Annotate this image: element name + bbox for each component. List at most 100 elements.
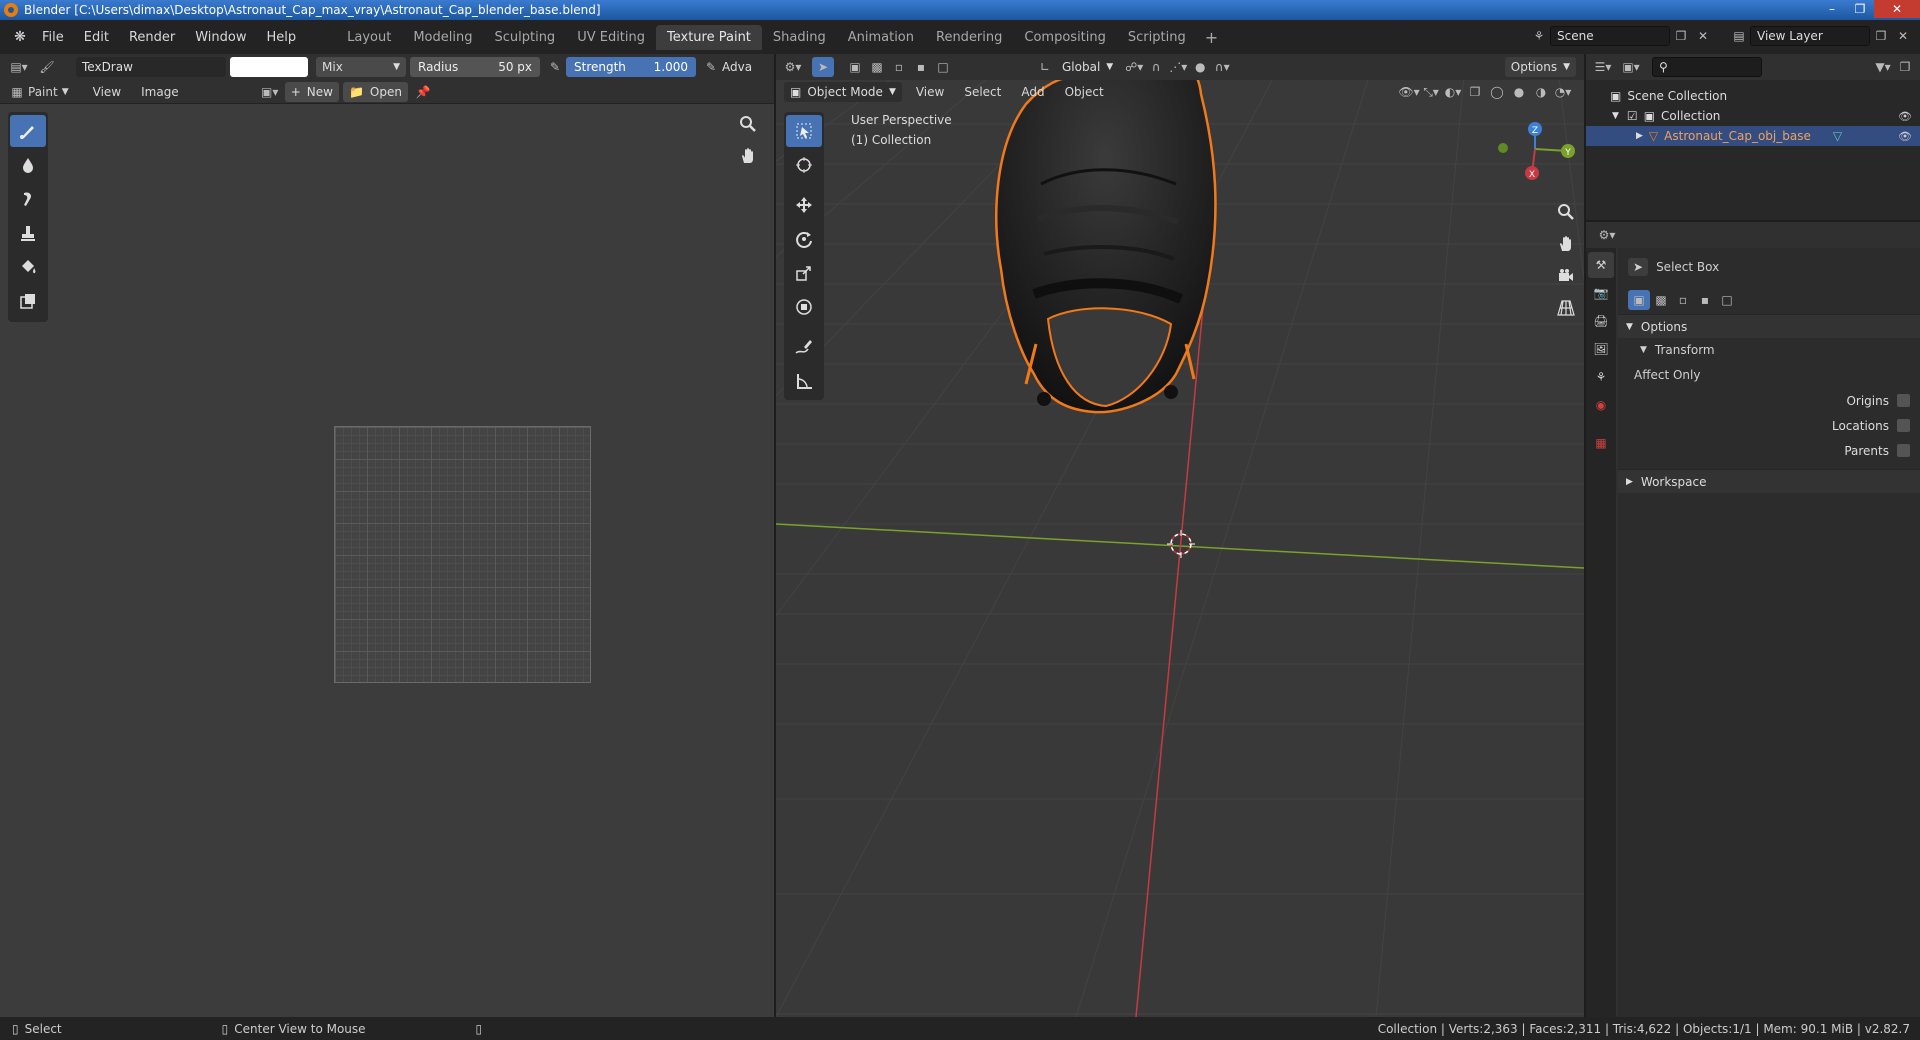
tab-uv-editing[interactable]: UV Editing [566,25,656,50]
view-layer-field[interactable]: View Layer [1750,26,1870,46]
editor-type-icon[interactable]: ⚙▾ [782,57,804,77]
tab-layout[interactable]: Layout [336,25,402,50]
astronaut-cap-mesh[interactable] [995,54,1217,414]
gizmo-neg-y-icon[interactable] [1498,143,1508,153]
minimize-icon[interactable]: – [1818,0,1846,18]
tab-sculpting[interactable]: Sculpting [483,25,566,50]
world-tab-icon[interactable]: ◉ [1588,392,1614,418]
viewport-canvas[interactable]: Z Y X [776,54,1584,1017]
tab-scripting[interactable]: Scripting [1117,25,1197,50]
select-mode-new-icon[interactable]: ▣ [844,57,866,77]
mask-tool-icon[interactable] [10,285,46,317]
expand-chevron-icon[interactable]: ▶ [1636,131,1643,141]
options-dropdown[interactable]: Options ▼ [1504,57,1576,77]
transform-subpanel-header[interactable]: ▼ Transform [1618,338,1920,362]
select-mode-intersect-icon[interactable]: □ [1716,290,1738,310]
navigation-gizmo[interactable]: Z Y X [1498,122,1575,180]
xray-icon[interactable]: ❐ [1464,82,1486,102]
select-mode-new-icon[interactable]: ▣ [1628,290,1650,310]
view-layer-icon[interactable]: ▤ [1728,26,1750,46]
wireframe-shading-icon[interactable]: ◯ [1486,82,1508,102]
measure-tool-icon[interactable] [786,365,822,397]
pan-hand-icon[interactable] [1552,230,1580,258]
select-mode-extend-icon[interactable]: ▩ [866,57,888,77]
menu-render[interactable]: Render [119,30,185,45]
outliner-collection[interactable]: ▼ ☑ ▣ Collection 👁 [1586,106,1920,126]
delete-view-layer-icon[interactable]: ✕ [1892,26,1914,46]
options-panel-header[interactable]: ▼ Options [1618,314,1920,338]
new-image-button[interactable]: + New [284,81,339,102]
tool-tab-icon[interactable]: ⚒ [1588,252,1614,278]
editor-type-icon[interactable]: ▤▾ [8,57,30,77]
select-mode-subtract-icon[interactable]: ▫ [888,57,910,77]
smear-tool-icon[interactable] [10,183,46,215]
snap-icon[interactable]: ∩ [1145,57,1167,77]
select-mode-extend-icon[interactable]: ▩ [1650,290,1672,310]
camera-view-icon[interactable] [1552,262,1580,290]
tab-texture-paint[interactable]: Texture Paint [656,24,762,50]
locations-checkbox[interactable] [1897,419,1910,432]
paint-mode-dropdown[interactable]: Paint [28,85,58,99]
expand-chevron-icon[interactable]: ▼ [1612,111,1619,121]
brush-color-swatch[interactable] [230,57,308,77]
scene-field[interactable]: Scene [1550,26,1670,46]
draw-tool-icon[interactable] [10,115,46,147]
material-shading-icon[interactable]: ◑ [1530,82,1552,102]
workspace-panel-header[interactable]: ▶ Workspace [1618,469,1920,493]
menu-edit[interactable]: Edit [74,30,119,45]
eye-icon[interactable]: 👁 [1898,110,1912,123]
maximize-icon[interactable]: ❐ [1846,0,1874,18]
checkbox-icon[interactable]: ☑ [1627,109,1638,123]
new-view-layer-icon[interactable]: ❐ [1870,26,1892,46]
zoom-icon[interactable] [1552,198,1580,226]
tab-modeling[interactable]: Modeling [402,25,483,50]
overlays-icon[interactable]: ◐▾ [1442,82,1464,102]
menu-image[interactable]: Image [131,85,189,99]
outliner-object[interactable]: ▶ ▽ Astronaut_Cap_obj_base ▽ 👁 [1586,126,1920,146]
annotate-tool-icon[interactable] [786,331,822,363]
pin-icon[interactable]: 📌 [412,82,434,102]
move-tool-icon[interactable] [786,189,822,221]
select-tool-icon[interactable]: ➤ [812,57,834,77]
new-collection-icon[interactable]: ❐ [1894,57,1916,77]
radius-pressure-icon[interactable]: ✎ [544,57,566,77]
brush-name-field[interactable]: TexDraw [76,57,226,77]
scene-tab-icon[interactable]: ⚘ [1588,364,1614,390]
tab-shading[interactable]: Shading [762,25,837,50]
cursor-tool-icon[interactable] [786,149,822,181]
open-image-button[interactable]: 📁 Open [342,81,408,102]
transform-tool-icon[interactable] [786,291,822,323]
tab-rendering[interactable]: Rendering [925,25,1013,50]
scale-tool-icon[interactable] [786,257,822,289]
radius-slider[interactable]: Radius 50 px [410,57,540,77]
perspective-toggle-icon[interactable] [1552,294,1580,322]
strength-slider[interactable]: Strength 1.000 [566,57,696,77]
tab-animation[interactable]: Animation [837,25,925,50]
blend-mode-dropdown[interactable]: Mix ▼ [316,57,406,77]
origins-checkbox[interactable] [1897,394,1910,407]
add-workspace-icon[interactable]: + [1197,28,1226,47]
output-tab-icon[interactable]: 🖨 [1588,308,1614,334]
clone-tool-icon[interactable] [10,217,46,249]
mesh-data-icon[interactable]: ▽ [1833,129,1842,143]
outliner-search-input[interactable]: ⚲ [1652,57,1762,77]
menu-view[interactable]: View [83,85,131,99]
menu-help[interactable]: Help [257,30,307,45]
object-mode-dropdown[interactable]: ▣ Object Mode ▼ [784,82,902,102]
solid-shading-icon[interactable]: ● [1508,82,1530,102]
brush-icon[interactable]: 🖌 [36,57,58,77]
proportional-edit-icon[interactable]: ● [1189,57,1211,77]
pan-hand-icon[interactable] [734,142,762,170]
view-layer-tab-icon[interactable]: 🖼 [1588,336,1614,362]
parents-checkbox[interactable] [1897,444,1910,457]
select-mode-invert-icon[interactable]: ▪ [1694,290,1716,310]
select-mode-subtract-icon[interactable]: ▫ [1672,290,1694,310]
gizmo-toggle-icon[interactable]: ⤡▾ [1420,82,1442,102]
outliner-scene-collection[interactable]: ▣ Scene Collection [1586,86,1920,106]
select-box-tool-icon[interactable] [786,115,822,147]
image-browse-icon[interactable]: ▣▾ [259,82,281,102]
menu-add[interactable]: Add [1011,85,1054,99]
3d-viewport[interactable]: Z Y X ⚙▾ ➤ ▣ ▩ ▫ ▪ □ ∟ Global ▼ ☍▾ ∩ ⋰▾ ●… [776,54,1584,1017]
menu-select[interactable]: Select [954,85,1011,99]
texture-tab-icon[interactable]: ▦ [1588,430,1614,456]
